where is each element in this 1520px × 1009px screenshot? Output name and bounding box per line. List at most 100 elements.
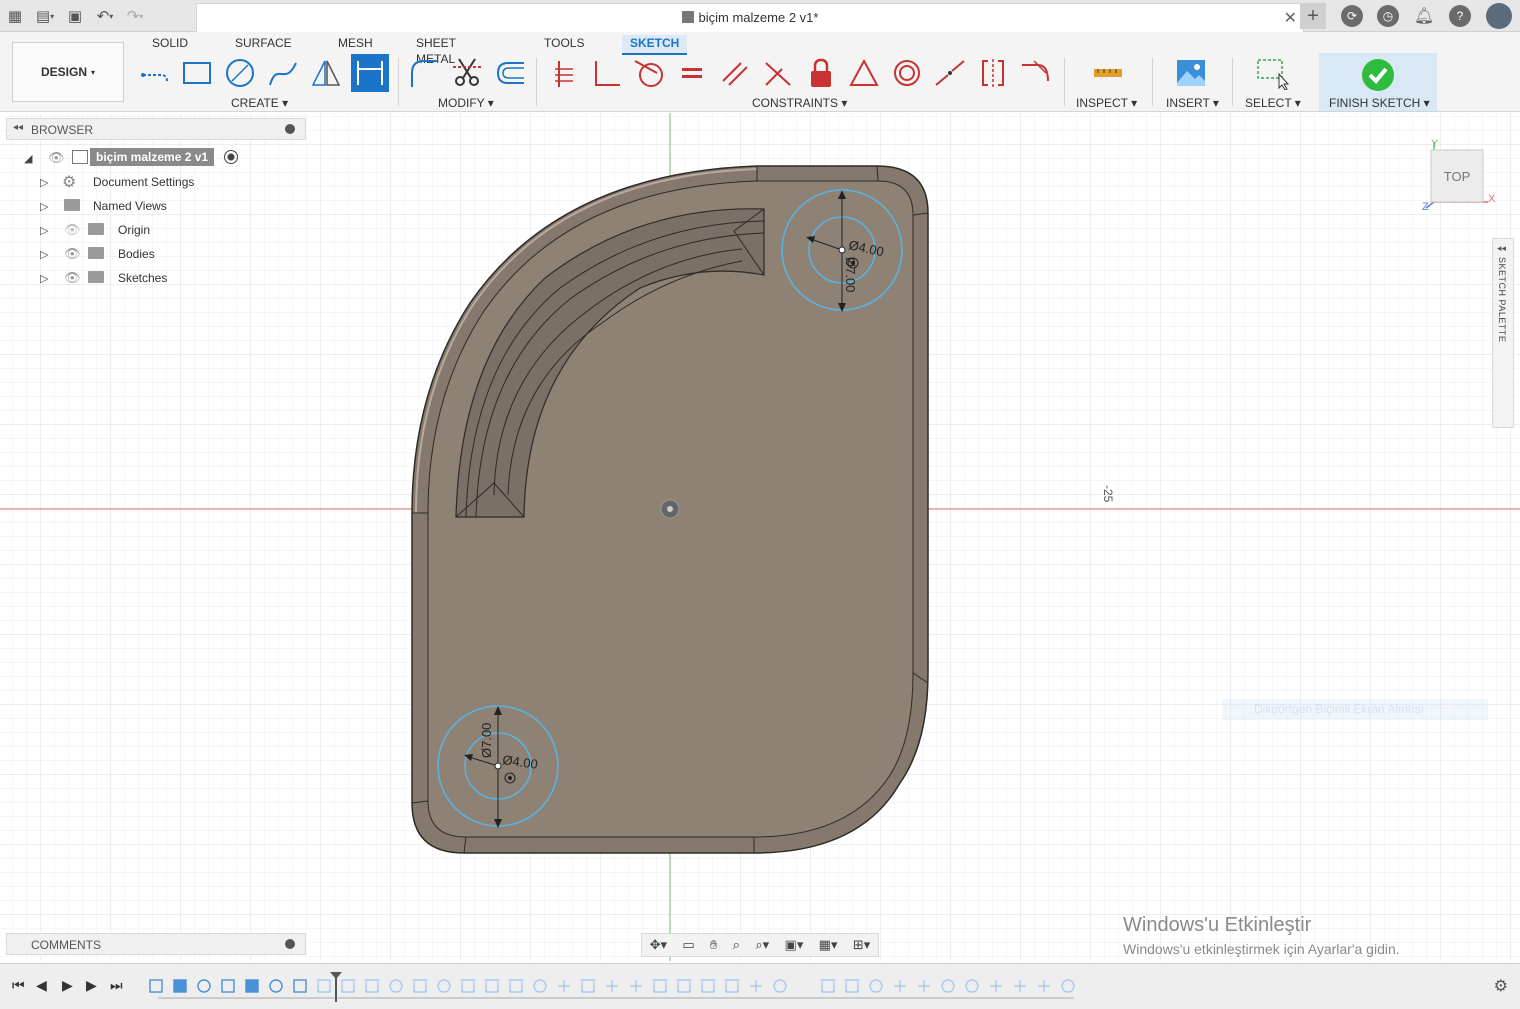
expand-triangle-icon[interactable]: ▷ [40, 176, 48, 189]
midpoint-constraint-icon[interactable] [845, 54, 883, 92]
tab-mesh[interactable]: MESH [330, 35, 381, 55]
zoom-icon[interactable]: ⌕ [733, 937, 740, 953]
ribbon-divider [1064, 58, 1065, 106]
close-tab-icon[interactable]: ✕ [1284, 8, 1297, 28]
visibility-eye-icon[interactable]: 👁︎ [64, 246, 81, 262]
select-tool-icon[interactable] [1253, 54, 1291, 92]
help-icon[interactable]: ? [1449, 5, 1471, 27]
visibility-eye-icon[interactable]: 👁︎ [64, 270, 81, 286]
expand-triangle-icon[interactable]: ▷ [40, 200, 48, 213]
sketch-dimension-tool-icon[interactable] [351, 54, 389, 92]
timeline-prev-icon[interactable]: ◀ [36, 977, 47, 994]
mirror-tool-icon[interactable] [307, 54, 345, 92]
symmetry-constraint-icon[interactable] [974, 54, 1012, 92]
browser-pin-icon[interactable] [285, 124, 295, 134]
browser-root-item[interactable]: ◢ 👁︎ biçim malzeme 2 v1 [24, 147, 264, 169]
dimension-top-outer[interactable]: Ø7.00 [843, 257, 858, 292]
browser-item-bodies[interactable]: ▷ 👁︎ Bodies [40, 243, 220, 265]
sketch-palette-title: SKETCH PALETTE [1497, 257, 1507, 343]
inspect-menu[interactable]: INSPECT ▾ [1076, 96, 1137, 110]
measure-tool-icon[interactable] [1089, 54, 1127, 92]
tab-sheet-metal[interactable]: SHEET METAL [408, 35, 464, 66]
collinear-constraint-icon[interactable] [931, 54, 969, 92]
notifications-icon[interactable]: 🔔︎ [1413, 5, 1435, 27]
new-tab-button[interactable]: + [1300, 3, 1326, 29]
select-menu[interactable]: SELECT ▾ [1245, 96, 1301, 110]
timeline-next-icon[interactable]: ▶ [86, 977, 97, 994]
browser-header[interactable]: ◂◂ BROWSER [6, 118, 306, 140]
save-icon[interactable]: ▣ [60, 0, 90, 32]
equal-constraint-icon[interactable] [673, 54, 711, 92]
look-at-icon[interactable]: ▭ [682, 937, 694, 953]
user-avatar[interactable] [1486, 3, 1512, 29]
collapse-arrow-icon[interactable]: ◂◂ [13, 122, 23, 133]
insert-image-icon[interactable] [1172, 54, 1210, 92]
undo-icon[interactable]: ↶ ▾ [90, 0, 120, 32]
app-grid-icon[interactable]: ▦ [0, 0, 30, 32]
expand-triangle-icon[interactable]: ▷ [40, 224, 48, 237]
timeline-play-icon[interactable]: ▶ [62, 977, 73, 994]
browser-item-label: Origin [118, 223, 151, 237]
insert-menu[interactable]: INSERT ▾ [1166, 96, 1219, 110]
curvature-constraint-icon[interactable] [1017, 54, 1055, 92]
grid-settings-icon[interactable]: ▦▾ [819, 937, 838, 953]
browser-item-label: Named Views [93, 199, 167, 213]
tab-sketch[interactable]: SKETCH [622, 35, 688, 55]
tab-surface[interactable]: SURFACE [227, 35, 300, 55]
browser-item-origin[interactable]: ▷ 👁︎ Origin [40, 219, 220, 241]
pan-hand-icon[interactable]: ✋︎ [710, 937, 717, 953]
offset-tool-icon[interactable] [491, 54, 529, 92]
finish-sketch-button[interactable]: FINISH SKETCH ▾ [1319, 53, 1437, 111]
concentric-constraint-icon[interactable] [888, 54, 926, 92]
parallel-constraint-icon[interactable] [716, 54, 754, 92]
expand-arrow-icon[interactable]: ◂◂ [1497, 243, 1506, 254]
tangent-constraint-icon[interactable] [630, 54, 668, 92]
file-icon[interactable]: ▤ ▾ [30, 0, 60, 32]
fit-zoom-icon[interactable]: ⌕▾ [755, 937, 769, 953]
collapse-triangle-icon[interactable]: ◢ [24, 152, 32, 165]
timeline-features[interactable] [144, 972, 1084, 1002]
job-status-icon[interactable]: ◷ [1377, 5, 1399, 27]
line-tool-icon[interactable] [136, 54, 174, 92]
spline-tool-icon[interactable] [264, 54, 302, 92]
redo-icon[interactable]: ↷ ▾ [120, 0, 150, 32]
perpendicular-constraint-icon[interactable] [759, 54, 797, 92]
fillet-tool-icon[interactable] [405, 54, 443, 92]
viewports-icon[interactable]: ⊞▾ [853, 937, 870, 953]
dimension-bottom-outer[interactable]: Ø7.00 [479, 723, 494, 758]
workspace-switcher[interactable]: DESIGN ▾ [12, 42, 124, 102]
title-bar: ▦ ▤ ▾ ▣ ↶ ▾ ↷ ▾ biçim malzeme 2 v1* ✕ + ⟳ ◷… [0, 0, 1520, 32]
folder-icon [88, 247, 104, 259]
extensions-icon[interactable]: ⟳ [1341, 5, 1363, 27]
timeline-last-icon[interactable]: ⏭ [110, 977, 123, 994]
timeline-settings-gear-icon[interactable]: ⚙ [1494, 976, 1508, 996]
hidden-eye-icon[interactable]: 👁︎ [64, 222, 81, 238]
sketch-palette-panel[interactable]: ◂◂ SKETCH PALETTE [1492, 238, 1514, 428]
fix-constraint-icon[interactable] [802, 54, 840, 92]
create-menu[interactable]: CREATE ▾ [231, 96, 288, 110]
visibility-eye-icon[interactable]: 👁︎ [48, 150, 65, 166]
document-tab[interactable]: biçim malzeme 2 v1* ✕ [196, 3, 1304, 32]
comments-add-icon[interactable] [285, 939, 295, 949]
expand-triangle-icon[interactable]: ▷ [40, 248, 48, 261]
trim-tool-icon[interactable] [448, 54, 486, 92]
coincident-constraint-icon[interactable] [587, 54, 625, 92]
activate-radio-icon[interactable] [224, 150, 238, 164]
tab-solid[interactable]: SOLID [144, 35, 196, 55]
modify-menu[interactable]: MODIFY ▾ [438, 96, 494, 110]
timeline-first-icon[interactable]: ⏮ [12, 977, 25, 994]
axis-grid-marker: -25 [1101, 485, 1115, 503]
orbit-icon[interactable]: ✥▾ [650, 937, 667, 953]
rectangle-tool-icon[interactable] [178, 54, 216, 92]
display-settings-icon[interactable]: ▣▾ [785, 937, 804, 953]
tab-tools[interactable]: TOOLS [536, 35, 592, 55]
browser-item-document-settings[interactable]: ▷ ⚙ Document Settings [40, 171, 220, 193]
horizontal-vertical-constraint-icon[interactable] [544, 54, 582, 92]
circle-tool-icon[interactable] [221, 54, 259, 92]
comments-panel[interactable]: COMMENTS [6, 933, 306, 955]
browser-item-named-views[interactable]: ▷ Named Views [40, 195, 220, 217]
browser-item-sketches[interactable]: ▷ 👁︎ Sketches [40, 267, 220, 289]
constraints-menu[interactable]: CONSTRAINTS ▾ [752, 96, 847, 110]
view-cube[interactable]: TOP Y X Z [1422, 136, 1498, 213]
expand-triangle-icon[interactable]: ▷ [40, 272, 48, 285]
